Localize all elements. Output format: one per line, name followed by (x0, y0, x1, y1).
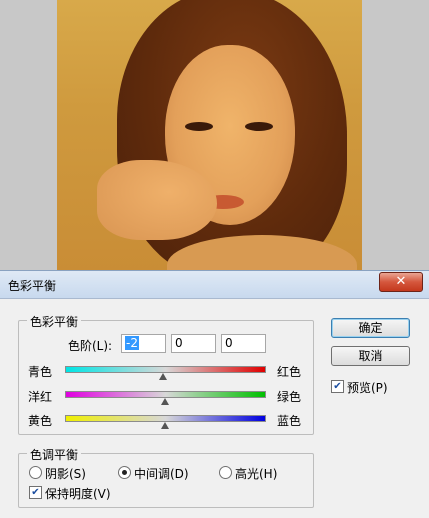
slider-cyan-label: 青色 (28, 365, 53, 379)
close-button[interactable]: ✕ (379, 272, 423, 292)
checkmark-icon: ✔ (333, 381, 342, 392)
photo-canvas (57, 0, 362, 270)
slider-magenta-label: 洋红 (28, 390, 53, 404)
dialog-title: 色彩平衡 (8, 279, 57, 293)
photo-left-eye (185, 122, 213, 131)
ok-button[interactable]: 确定 (331, 318, 410, 338)
magenta-green-slider-track[interactable] (65, 391, 266, 398)
photo-right-eye (245, 122, 273, 131)
magenta-green-slider-thumb[interactable] (160, 398, 169, 405)
slider-blue-label: 蓝色 (277, 414, 302, 428)
preserve-luminosity-checkbox[interactable]: ✔ (29, 486, 42, 499)
highlights-label[interactable]: 高光(H) (235, 465, 277, 482)
midtones-label[interactable]: 中间调(D) (134, 465, 189, 482)
slider-green-label: 绿色 (277, 390, 302, 404)
slider-red-label: 红色 (277, 365, 302, 379)
yellow-blue-slider-thumb[interactable] (160, 422, 169, 429)
checkmark-icon: ✔ (31, 487, 40, 498)
close-icon: ✕ (395, 274, 407, 289)
yellow-blue-slider-track[interactable] (65, 415, 266, 422)
tone-balance-legend: 色调平衡 (27, 446, 82, 463)
shadows-label[interactable]: 阴影(S) (45, 465, 86, 482)
color-balance-dialog: 色彩平衡 ✕ 色彩平衡 色阶(L): -2 0 0 青色 红色 洋红 绿色 黄色… (0, 270, 429, 518)
levels-label: 色阶(L): (68, 339, 113, 353)
slider-yellow-label: 黄色 (28, 414, 53, 428)
dialog-titlebar[interactable]: 色彩平衡 ✕ (0, 271, 429, 299)
color-balance-group: 色彩平衡 色阶(L): -2 0 0 青色 红色 洋红 绿色 黄色 蓝色 (18, 313, 314, 435)
shadows-radio[interactable] (29, 466, 42, 479)
tone-balance-group: 色调平衡 阴影(S) 中间调(D) 高光(H) ✔ 保持明度(V) (18, 446, 314, 508)
levels-input-yellow-blue[interactable]: 0 (221, 334, 266, 353)
color-balance-legend: 色彩平衡 (27, 313, 82, 330)
cyan-red-slider-track[interactable] (65, 366, 266, 373)
preserve-luminosity-label[interactable]: 保持明度(V) (45, 485, 111, 502)
preview-label[interactable]: 预览(P) (347, 379, 388, 396)
levels-input-cyan-red[interactable]: -2 (121, 334, 166, 353)
levels-input-magenta-green[interactable]: 0 (171, 334, 216, 353)
preview-checkbox[interactable]: ✔ (331, 380, 344, 393)
highlights-radio[interactable] (219, 466, 232, 479)
cancel-button[interactable]: 取消 (331, 346, 410, 366)
midtones-radio[interactable] (118, 466, 131, 479)
cyan-red-slider-thumb[interactable] (158, 373, 167, 380)
